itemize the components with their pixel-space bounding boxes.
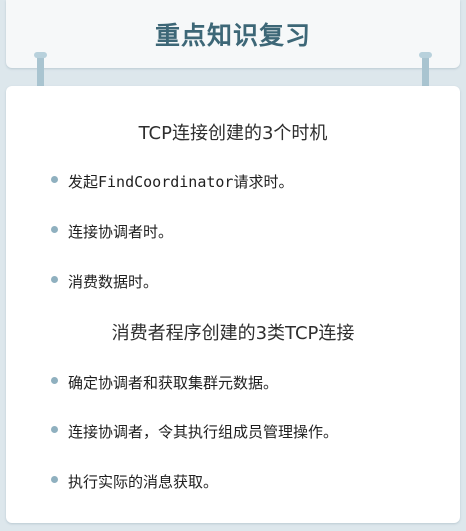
bullet-icon (51, 377, 58, 384)
list-item: 确定协调者和获取集群元数据。 (68, 374, 279, 392)
bullet-icon (51, 276, 58, 283)
header-card: 重点知识复习 (6, 0, 460, 68)
list-item: 连接协调者，令其执行组成员管理操作。 (68, 423, 339, 441)
list-item: 连接协调者时。 (68, 223, 174, 241)
list-item: 消费数据时。 (68, 273, 159, 291)
list-item: 发起FindCoordinator请求时。 (68, 173, 294, 191)
content-card: TCP连接创建的3个时机 发起FindCoordinator请求时。 连接协调者… (6, 86, 460, 523)
bullet-icon (51, 426, 58, 433)
bullet-icon (51, 476, 58, 483)
bullet-icon (51, 176, 58, 183)
page-title: 重点知识复习 (154, 21, 311, 50)
bullet-icon (51, 226, 58, 233)
section-title-consumer-connections: 消费者程序创建的3类TCP连接 (111, 323, 355, 344)
section-title-tcp-timing: TCP连接创建的3个时机 (138, 123, 328, 144)
list-item: 执行实际的消息获取。 (68, 473, 219, 491)
